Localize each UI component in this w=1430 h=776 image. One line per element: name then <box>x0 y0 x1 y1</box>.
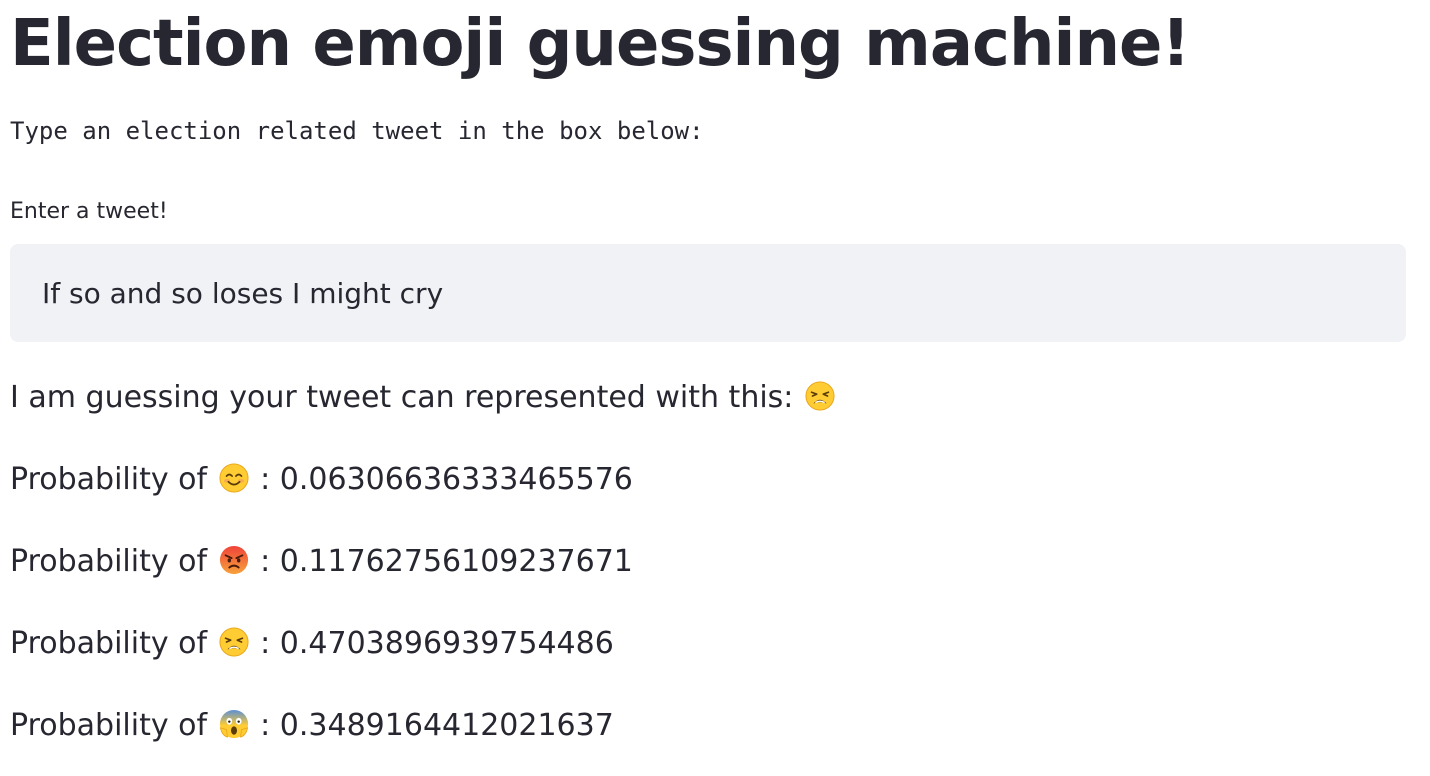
probability-row: Probability of : 0.06306636333465576 <box>10 460 633 500</box>
screaming-face-icon <box>219 709 249 739</box>
probability-value: 0.06306636333465576 <box>279 462 633 497</box>
probability-value: 0.3489164412021637 <box>279 708 614 743</box>
smiling-face-icon <box>219 463 249 493</box>
probability-row: Probability of : 0.4703896939754486 <box>10 624 614 664</box>
weary-face-icon <box>805 381 835 411</box>
tweet-input[interactable] <box>10 244 1406 342</box>
probability-prefix: Probability of <box>10 708 208 743</box>
probability-separator: : <box>260 626 271 661</box>
probability-row: Probability of : 0.11762756109237671 <box>10 542 633 582</box>
probability-separator: : <box>260 708 271 743</box>
probability-value: 0.11762756109237671 <box>279 544 633 579</box>
guess-result: I am guessing your tweet can represented… <box>10 378 837 418</box>
probability-prefix: Probability of <box>10 462 208 497</box>
weary-face-icon <box>219 627 249 657</box>
probability-value: 0.4703896939754486 <box>279 626 614 661</box>
probability-prefix: Probability of <box>10 626 208 661</box>
probability-separator: : <box>260 462 271 497</box>
page-title: Election emoji guessing machine! <box>10 7 1191 81</box>
probability-separator: : <box>260 544 271 579</box>
angry-face-icon <box>219 545 249 575</box>
tweet-input-label: Enter a tweet! <box>10 199 168 224</box>
instruction-text: Type an election related tweet in the bo… <box>10 117 704 145</box>
probability-prefix: Probability of <box>10 544 208 579</box>
probability-row: Probability of : 0.3489164412021637 <box>10 706 614 746</box>
guess-text: I am guessing your tweet can represented… <box>10 380 794 415</box>
